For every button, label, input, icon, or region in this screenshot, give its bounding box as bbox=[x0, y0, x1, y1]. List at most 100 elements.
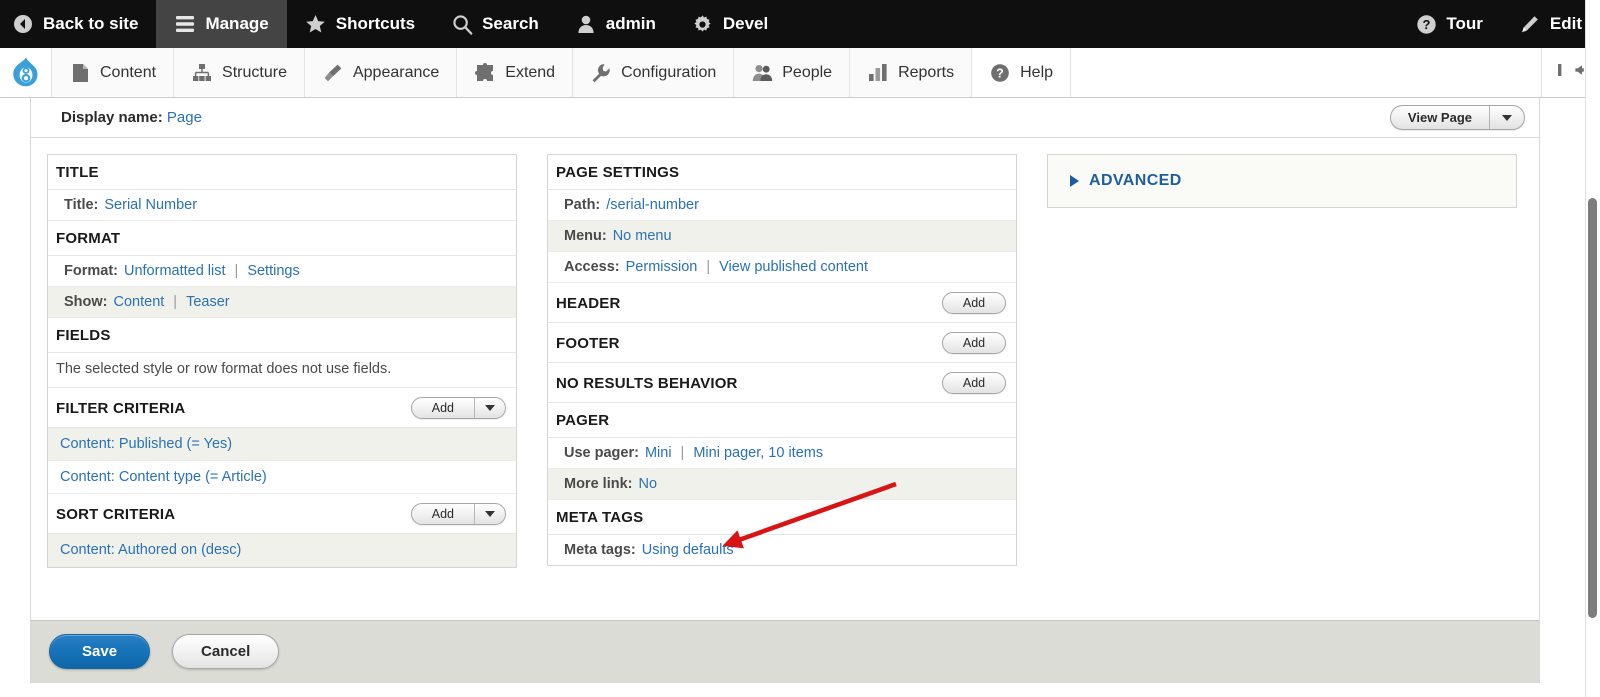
sub-toolbar-item-people[interactable]: People bbox=[734, 48, 850, 97]
row-label: More link: bbox=[564, 476, 632, 492]
view-page-button[interactable]: View Page bbox=[1391, 106, 1489, 129]
document-icon bbox=[69, 62, 91, 84]
row-link-format-settings[interactable]: Settings bbox=[247, 263, 299, 279]
row-label: Title: bbox=[64, 197, 98, 213]
sub-toolbar-item-structure[interactable]: Structure bbox=[174, 48, 305, 97]
sub-toolbar-item-help[interactable]: ? Help bbox=[972, 48, 1071, 97]
toolbar-item-devel[interactable]: Devel bbox=[674, 0, 786, 48]
row-access: Access: Permission | View published cont… bbox=[548, 252, 1016, 283]
row-separator: | bbox=[703, 259, 713, 275]
wrench-icon bbox=[590, 62, 612, 84]
filter-criteria-item[interactable]: Content: Content type (= Article) bbox=[48, 461, 516, 494]
row-label: Use pager: bbox=[564, 445, 639, 461]
sub-toolbar-item-reports[interactable]: Reports bbox=[850, 48, 972, 97]
puzzle-icon bbox=[474, 62, 496, 84]
toolbar-spacer bbox=[786, 0, 1397, 48]
column-middle: PAGE SETTINGS Path: /serial-number Menu:… bbox=[547, 154, 1017, 568]
filter-criteria-link[interactable]: Content: Published (= Yes) bbox=[60, 436, 232, 452]
filter-criteria-add-button[interactable]: Add bbox=[412, 398, 474, 418]
toolbar-label: Shortcuts bbox=[336, 14, 415, 34]
row-link-pager-detail[interactable]: Mini pager, 10 items bbox=[693, 445, 823, 461]
toolbar-item-tour[interactable]: ? Tour bbox=[1397, 0, 1501, 48]
chevron-down-icon bbox=[1502, 115, 1512, 121]
toolbar-label: Edit bbox=[1550, 14, 1582, 34]
bar-chart-icon bbox=[867, 62, 889, 84]
row-format: Format: Unformatted list | Settings bbox=[48, 256, 516, 287]
row-link-more[interactable]: No bbox=[638, 476, 657, 492]
section-title: FOOTER bbox=[556, 335, 620, 352]
section-header-fields: FIELDS bbox=[48, 318, 516, 353]
question-circle-icon: ? bbox=[989, 62, 1011, 84]
section-title: FIELDS bbox=[56, 327, 111, 344]
view-page-dropdown-toggle[interactable] bbox=[1489, 106, 1524, 129]
toolbar-item-shortcuts[interactable]: Shortcuts bbox=[287, 0, 433, 48]
sub-toolbar-label: Content bbox=[100, 64, 156, 82]
no-results-add-button[interactable]: Add bbox=[942, 372, 1006, 394]
page-scrollbar-track[interactable] bbox=[1585, 0, 1600, 697]
section-header-footer: FOOTER Add bbox=[548, 323, 1016, 363]
toolbar-label: Manage bbox=[205, 14, 268, 34]
header-add-button[interactable]: Add bbox=[942, 292, 1006, 314]
row-link-menu[interactable]: No menu bbox=[613, 228, 672, 244]
save-button[interactable]: Save bbox=[49, 634, 150, 669]
section-title: HEADER bbox=[556, 295, 621, 312]
row-label: Path: bbox=[564, 197, 600, 213]
page-scrollbar-thumb[interactable] bbox=[1588, 198, 1597, 618]
sub-toolbar-label: People bbox=[782, 64, 832, 82]
sub-toolbar-item-content[interactable]: Content bbox=[52, 48, 174, 97]
section-title: NO RESULTS BEHAVIOR bbox=[556, 375, 738, 392]
chevron-down-icon bbox=[485, 511, 495, 517]
toolbar-item-admin-account[interactable]: admin bbox=[557, 0, 674, 48]
row-use-pager: Use pager: Mini | Mini pager, 10 items bbox=[548, 438, 1016, 469]
footer-add-button[interactable]: Add bbox=[942, 332, 1006, 354]
toolbar-item-back-to-site[interactable]: Back to site bbox=[0, 0, 156, 48]
admin-toolbar-top: Back to site Manage Shortcuts Search adm… bbox=[0, 0, 1600, 48]
row-link-format[interactable]: Unformatted list bbox=[124, 263, 226, 279]
sub-toolbar-item-configuration[interactable]: Configuration bbox=[573, 48, 734, 97]
form-actions-bar: Save Cancel bbox=[31, 620, 1539, 682]
cancel-button[interactable]: Cancel bbox=[172, 634, 279, 669]
sub-toolbar-label: Configuration bbox=[621, 64, 716, 82]
toolbar-label: Search bbox=[482, 14, 539, 34]
people-icon bbox=[751, 62, 773, 84]
sub-toolbar-item-appearance[interactable]: Appearance bbox=[305, 48, 457, 97]
display-name-value-link[interactable]: Page bbox=[167, 109, 202, 126]
row-link-meta-tags[interactable]: Using defaults bbox=[642, 542, 734, 558]
row-separator: | bbox=[232, 263, 242, 279]
row-title: Title: Serial Number bbox=[48, 190, 516, 221]
sub-toolbar-label: Structure bbox=[222, 64, 287, 82]
row-link-access-detail[interactable]: View published content bbox=[719, 259, 868, 275]
drupal-drop-icon bbox=[11, 56, 41, 90]
advanced-panel[interactable]: ADVANCED bbox=[1047, 154, 1517, 208]
row-link[interactable]: Serial Number bbox=[104, 197, 197, 213]
filter-criteria-link[interactable]: Content: Content type (= Article) bbox=[60, 469, 267, 485]
filter-criteria-add-dropbutton[interactable]: Add bbox=[411, 397, 506, 419]
sort-criteria-dropdown-toggle[interactable] bbox=[474, 504, 505, 524]
toolbar-item-search[interactable]: Search bbox=[433, 0, 557, 48]
section-header-page-settings: PAGE SETTINGS bbox=[548, 155, 1016, 190]
sub-toolbar-label: Extend bbox=[505, 64, 555, 82]
drupal-logo[interactable] bbox=[0, 48, 52, 97]
hamburger-icon bbox=[174, 13, 196, 35]
filter-criteria-dropdown-toggle[interactable] bbox=[474, 398, 505, 418]
row-menu: Menu: No menu bbox=[548, 221, 1016, 252]
advanced-toggle[interactable]: ADVANCED bbox=[1070, 172, 1502, 190]
sort-criteria-add-dropbutton[interactable]: Add bbox=[411, 503, 506, 525]
row-link-path[interactable]: /serial-number bbox=[606, 197, 699, 213]
row-link-access[interactable]: Permission bbox=[626, 259, 698, 275]
sub-toolbar-filler bbox=[1071, 48, 1542, 97]
section-header-sort-criteria: SORT CRITERIA Add bbox=[48, 494, 516, 534]
row-link-show-teaser[interactable]: Teaser bbox=[186, 294, 230, 310]
sort-criteria-item[interactable]: Content: Authored on (desc) bbox=[48, 534, 516, 567]
sort-criteria-link[interactable]: Content: Authored on (desc) bbox=[60, 542, 241, 558]
toolbar-item-manage[interactable]: Manage bbox=[156, 0, 286, 48]
view-page-dropbutton[interactable]: View Page bbox=[1390, 105, 1525, 130]
sitemap-icon bbox=[191, 62, 213, 84]
row-separator: | bbox=[170, 294, 180, 310]
row-link-pager-type[interactable]: Mini bbox=[645, 445, 672, 461]
filter-criteria-item[interactable]: Content: Published (= Yes) bbox=[48, 428, 516, 461]
sub-toolbar-item-extend[interactable]: Extend bbox=[457, 48, 573, 97]
pencil-icon bbox=[1519, 13, 1541, 35]
row-link-show[interactable]: Content bbox=[114, 294, 165, 310]
sort-criteria-add-button[interactable]: Add bbox=[412, 504, 474, 524]
